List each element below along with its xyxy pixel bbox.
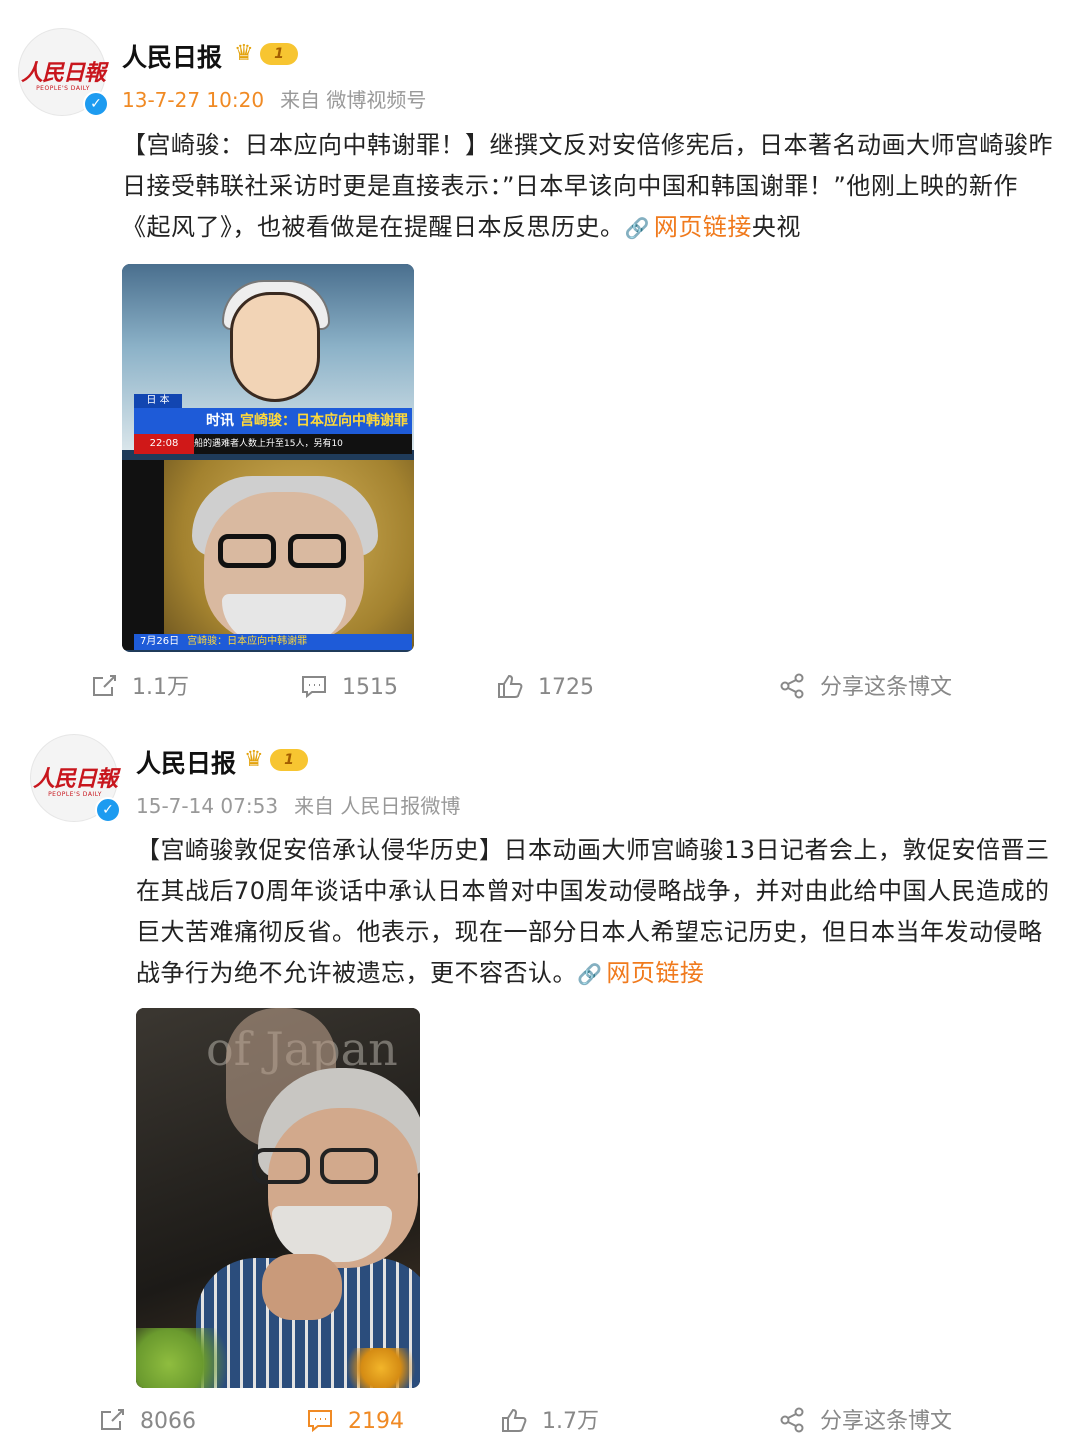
anime-character xyxy=(230,292,320,402)
author-name[interactable]: 人民日报 xyxy=(136,744,236,780)
crown-icon: ♛ xyxy=(234,41,254,66)
post-meta: 13-7-27 10:20 来自 微博视频号 xyxy=(122,84,426,113)
web-link-label: 网页链接 xyxy=(653,213,752,241)
post-text-body: 【宫崎骏：日本应向中韩谢罪！】继撰文反对安倍修宪后，日本著名动画大师宫崎骏昨日接… xyxy=(122,131,1053,241)
photo-hand xyxy=(262,1254,342,1320)
avatar[interactable]: 人民日報 PEOPLE'S DAILY ✓ xyxy=(30,734,121,823)
author-name[interactable]: 人民日报 xyxy=(122,38,222,74)
comment-count: 1515 xyxy=(342,675,398,700)
weibo-post: 人民日報 PEOPLE'S DAILY ✓ 人民日报 ♛ 1 13-7-27 1… xyxy=(0,0,1080,718)
post-source: 来自 人民日报微博 xyxy=(294,794,461,818)
like-count: 1725 xyxy=(538,675,594,700)
letterbox-bar xyxy=(122,460,164,650)
member-crown-icon[interactable]: ♛ 1 xyxy=(244,746,310,774)
foreground-plants xyxy=(136,1328,246,1388)
news-clock: 22:08 xyxy=(134,434,194,454)
comment-icon xyxy=(308,1410,332,1433)
like-count: 1.7万 xyxy=(542,1409,599,1434)
like-icon xyxy=(498,674,523,698)
post-actions: 1.1万 1515 1725 分享这条博文 xyxy=(0,668,1080,708)
web-link[interactable]: 🔗 网页链接 xyxy=(625,213,752,241)
share-icon xyxy=(780,673,804,699)
crown-icon: ♛ xyxy=(244,747,264,772)
post-text: 【宫崎骏：日本应向中韩谢罪！】继撰文反对安倍修宪后，日本著名动画大师宫崎骏昨日接… xyxy=(122,125,1062,249)
share-icon xyxy=(780,1407,804,1433)
like-button[interactable]: 1.7万 xyxy=(500,1402,599,1440)
repost-button[interactable]: 8066 xyxy=(98,1402,196,1440)
repost-count: 8066 xyxy=(140,1409,196,1434)
like-button[interactable]: 1725 xyxy=(496,668,594,708)
news-bottom-text: 宫崎骏：日本应向中韩谢罪 xyxy=(187,636,308,647)
post-actions: 8066 2194 1.7万 分享这条博文 xyxy=(0,1402,1080,1440)
weibo-post: 人民日報 PEOPLE'S DAILY ✓ 人民日报 ♛ 1 15-7-14 0… xyxy=(0,718,1080,1440)
verified-badge-icon: ✓ xyxy=(95,797,121,823)
member-crown-icon[interactable]: ♛ 1 xyxy=(234,40,300,68)
post-text-tail: 央视 xyxy=(751,213,801,241)
web-link-label: 网页链接 xyxy=(606,959,705,987)
news-banner-bottom: 7月26日 宫崎骏：日本应向中韩谢罪 xyxy=(134,634,412,650)
news-banner: 时讯 宫崎骏：日本应向中韩谢罪 xyxy=(134,408,412,434)
member-level: 1 xyxy=(260,43,298,65)
web-link[interactable]: 🔗 网页链接 xyxy=(577,959,704,987)
repost-icon xyxy=(101,1409,124,1430)
share-label: 分享这条博文 xyxy=(820,1409,953,1434)
member-level: 1 xyxy=(270,749,308,771)
post-time[interactable]: 13-7-27 10:20 xyxy=(122,88,264,112)
post-image[interactable]: of Japan xyxy=(136,1008,420,1388)
post-image[interactable]: 日 本 时讯 宫崎骏：日本应向中韩谢罪 船的遇难者人数上升至15人，另有10 22… xyxy=(122,264,414,652)
repost-button[interactable]: 1.1万 xyxy=(90,668,189,708)
comment-icon xyxy=(302,676,326,699)
verified-badge-icon: ✓ xyxy=(83,91,109,117)
post-text: 【宫崎骏敦促安倍承认侵华历史】日本动画大师宫崎骏13日记者会上，敦促安倍晋三在其… xyxy=(136,830,1062,995)
post-meta: 15-7-14 07:53 来自 人民日报微博 xyxy=(136,790,460,819)
news-date: 7月26日 xyxy=(140,636,180,647)
avatar-logo: 人民日報 xyxy=(20,60,106,86)
avatar[interactable]: 人民日報 PEOPLE'S DAILY ✓ xyxy=(18,28,109,117)
comment-count: 2194 xyxy=(348,1409,404,1434)
comment-button[interactable]: 2194 xyxy=(306,1402,404,1440)
share-button[interactable]: 分享这条博文 xyxy=(778,668,952,708)
portrait-glasses xyxy=(218,534,350,570)
avatar-logo: 人民日報 xyxy=(32,766,118,792)
post-time[interactable]: 15-7-14 07:53 xyxy=(136,794,278,818)
photo-glasses xyxy=(252,1148,382,1188)
link-icon: 🔗 xyxy=(624,216,650,240)
share-button[interactable]: 分享这条博文 xyxy=(778,1402,952,1440)
link-icon: 🔗 xyxy=(577,962,603,986)
repost-icon xyxy=(93,675,116,696)
foreground-flowers xyxy=(336,1348,420,1388)
news-tag: 日 本 xyxy=(134,394,182,408)
share-label: 分享这条博文 xyxy=(820,675,953,700)
post-source: 来自 微博视频号 xyxy=(280,88,427,112)
repost-count: 1.1万 xyxy=(132,675,189,700)
news-banner-text: 宫崎骏：日本应向中韩谢罪 xyxy=(240,413,408,429)
comment-button[interactable]: 1515 xyxy=(300,668,398,708)
like-icon xyxy=(502,1408,527,1432)
news-banner-label: 时讯 xyxy=(206,413,234,429)
